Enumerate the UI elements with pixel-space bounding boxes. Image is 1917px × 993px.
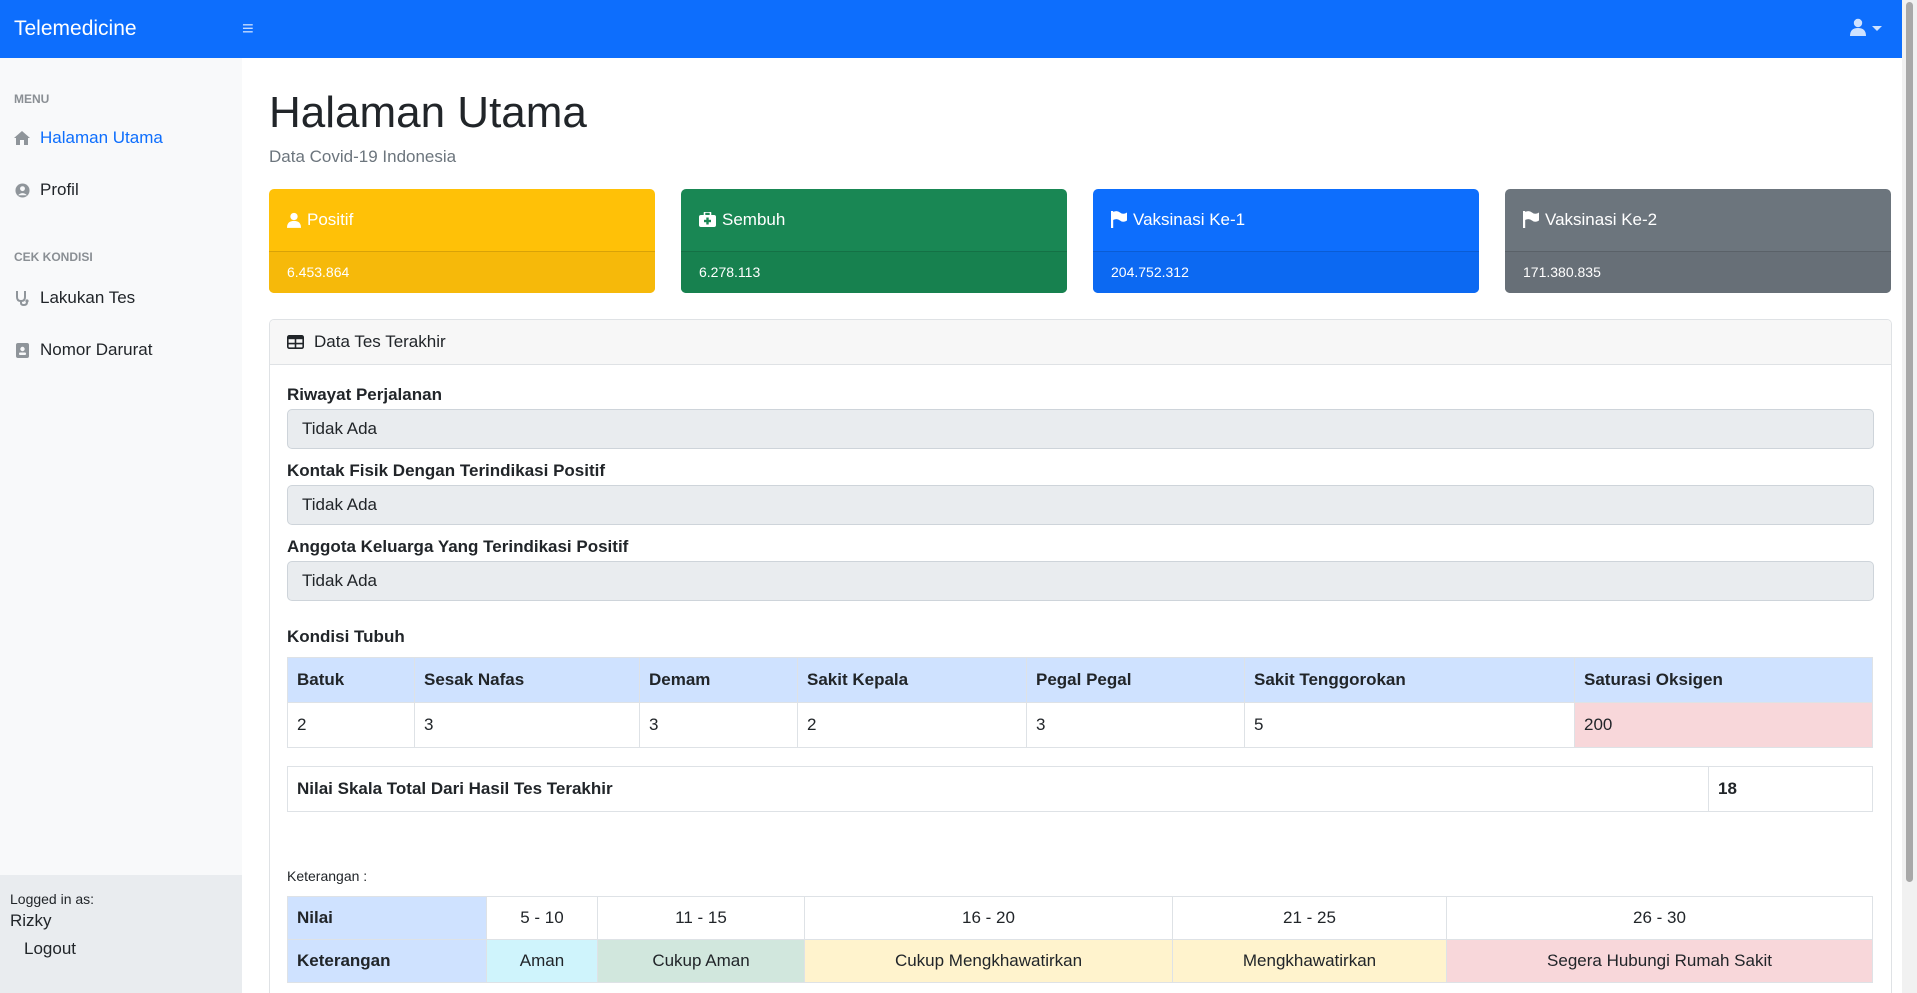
field-label-anggota: Anggota Keluarga Yang Terindikasi Positi… bbox=[287, 536, 629, 556]
sidebar-item-label: Lakukan Tes bbox=[40, 288, 136, 307]
user-icon bbox=[287, 212, 301, 228]
user-circle-icon bbox=[14, 182, 30, 198]
field-label-riwayat: Riwayat Perjalanan bbox=[287, 384, 442, 404]
keterangan-table: Nilai 5 - 10 11 - 15 16 - 20 21 - 25 26 … bbox=[287, 895, 1873, 983]
status-cell: Aman bbox=[486, 938, 598, 983]
row-header-keterangan: Keterangan bbox=[287, 938, 487, 983]
table-cell: 3 bbox=[1026, 701, 1245, 748]
column-header: Sakit Kepala bbox=[797, 656, 1027, 703]
stat-card-sembuh: Sembuh 6.278.113 bbox=[681, 188, 1067, 293]
logged-in-label: Logged in as: bbox=[10, 891, 95, 907]
sidebar-item-label: Profil bbox=[40, 180, 79, 199]
table-row: Keterangan Aman Cukup Aman Cukup Mengkha… bbox=[287, 938, 1873, 983]
range-cell: 11 - 15 bbox=[597, 895, 805, 940]
table-icon bbox=[287, 334, 304, 349]
column-header: Batuk bbox=[287, 656, 415, 703]
range-cell: 26 - 30 bbox=[1446, 895, 1873, 940]
card-label: Positif bbox=[307, 209, 354, 229]
stethoscope-icon bbox=[14, 290, 30, 306]
table-cell: 5 bbox=[1244, 701, 1575, 748]
card-value: 6.453.864 bbox=[269, 250, 655, 293]
hamburger-icon[interactable]: ≡ bbox=[242, 18, 254, 41]
stat-card-vaksinasi-1: Vaksinasi Ke-1 204.752.312 bbox=[1093, 188, 1479, 293]
table-cell: 2 bbox=[287, 701, 415, 748]
sidebar-footer: Logged in as: Rizky Logout bbox=[0, 875, 242, 993]
top-navbar: Telemedicine ≡ bbox=[0, 0, 1917, 58]
stat-card-vaksinasi-2: Vaksinasi Ke-2 171.380.835 bbox=[1505, 188, 1891, 293]
card-value: 171.380.835 bbox=[1505, 250, 1891, 293]
table-cell: 3 bbox=[414, 701, 640, 748]
column-header: Saturasi Oksigen bbox=[1574, 656, 1873, 703]
sidebar-item-label: Nomor Darurat bbox=[40, 340, 153, 359]
column-header: Pegal Pegal bbox=[1026, 656, 1245, 703]
field-anggota-keluarga[interactable]: Tidak Ada bbox=[287, 560, 1874, 601]
main-content: Halaman Utama Data Covid-19 Indonesia Po… bbox=[269, 58, 1892, 993]
sidebar-item-lakukan-tes[interactable]: Lakukan Tes bbox=[0, 280, 242, 316]
sidebar-heading-menu: Menu bbox=[14, 92, 50, 106]
page-subtitle: Data Covid-19 Indonesia bbox=[269, 146, 457, 166]
page-title: Halaman Utama bbox=[269, 88, 587, 137]
medkit-icon bbox=[699, 212, 716, 228]
table-cell: 2 bbox=[797, 701, 1027, 748]
sidebar-item-profil[interactable]: Profil bbox=[0, 172, 242, 208]
field-label-kontak: Kontak Fisik Dengan Terindikasi Positif bbox=[287, 460, 606, 480]
column-header: Sakit Tenggorokan bbox=[1244, 656, 1575, 703]
sidebar: Menu Halaman Utama Profil Cek Kondisi La… bbox=[0, 58, 242, 993]
address-book-icon bbox=[14, 342, 30, 358]
logged-in-user: Rizky bbox=[10, 911, 52, 930]
card-label: Sembuh bbox=[722, 209, 786, 229]
status-cell: Segera Hubungi Rumah Sakit bbox=[1446, 938, 1873, 983]
brand-title[interactable]: Telemedicine bbox=[0, 17, 242, 41]
table-row: 2 3 3 2 3 5 200 bbox=[287, 701, 1873, 748]
row-header-nilai: Nilai bbox=[287, 895, 487, 940]
keterangan-label: Keterangan : bbox=[287, 867, 368, 884]
logout-link[interactable]: Logout bbox=[24, 939, 232, 959]
chevron-down-icon bbox=[1872, 25, 1882, 31]
user-icon bbox=[1850, 18, 1866, 36]
column-header: Demam bbox=[639, 656, 798, 703]
sidebar-item-halaman-utama[interactable]: Halaman Utama bbox=[0, 120, 242, 156]
kondisi-tubuh-label: Kondisi Tubuh bbox=[287, 626, 405, 646]
total-score-table: Nilai Skala Total Dari Hasil Tes Terakhi… bbox=[287, 765, 1873, 812]
status-cell: Mengkhawatirkan bbox=[1172, 938, 1447, 983]
status-cell: Cukup Mengkhawatirkan bbox=[804, 938, 1173, 983]
field-riwayat-perjalanan[interactable]: Tidak Ada bbox=[287, 408, 1874, 449]
data-tes-panel: Data Tes Terakhir Riwayat Perjalanan Tid… bbox=[269, 318, 1892, 993]
stat-card-positif: Positif 6.453.864 bbox=[269, 188, 655, 293]
stat-cards: Positif 6.453.864 Sembuh 6.278.113 Vaksi… bbox=[269, 188, 1892, 293]
user-menu-button[interactable] bbox=[1850, 18, 1882, 36]
table-row: Nilai Skala Total Dari Hasil Tes Terakhi… bbox=[287, 765, 1873, 812]
sidebar-heading-cek-kondisi: Cek Kondisi bbox=[14, 250, 93, 264]
card-label: Vaksinasi Ke-1 bbox=[1133, 209, 1246, 229]
table-cell-saturasi: 200 bbox=[1574, 701, 1873, 748]
card-value: 204.752.312 bbox=[1093, 250, 1479, 293]
sidebar-item-nomor-darurat[interactable]: Nomor Darurat bbox=[0, 332, 242, 368]
field-kontak-fisik[interactable]: Tidak Ada bbox=[287, 484, 1874, 525]
sidebar-item-label: Halaman Utama bbox=[40, 128, 163, 147]
kondisi-tubuh-table: Batuk Sesak Nafas Demam Sakit Kepala Peg… bbox=[287, 656, 1873, 748]
flag-icon bbox=[1523, 211, 1539, 229]
range-cell: 16 - 20 bbox=[804, 895, 1173, 940]
total-value: 18 bbox=[1708, 765, 1873, 812]
card-value: 6.278.113 bbox=[681, 250, 1067, 293]
table-header-row: Batuk Sesak Nafas Demam Sakit Kepala Peg… bbox=[287, 656, 1873, 703]
status-cell: Cukup Aman bbox=[597, 938, 805, 983]
range-cell: 5 - 10 bbox=[486, 895, 598, 940]
home-icon bbox=[14, 131, 30, 145]
table-cell: 3 bbox=[639, 701, 798, 748]
range-cell: 21 - 25 bbox=[1172, 895, 1447, 940]
column-header: Sesak Nafas bbox=[414, 656, 640, 703]
total-label: Nilai Skala Total Dari Hasil Tes Terakhi… bbox=[287, 765, 1709, 812]
scrollbar-thumb[interactable] bbox=[1906, 2, 1913, 882]
table-row: Nilai 5 - 10 11 - 15 16 - 20 21 - 25 26 … bbox=[287, 895, 1873, 940]
card-label: Vaksinasi Ke-2 bbox=[1545, 209, 1658, 229]
flag-icon bbox=[1111, 211, 1127, 229]
page-scrollbar[interactable] bbox=[1902, 0, 1917, 993]
panel-title: Data Tes Terakhir bbox=[314, 331, 446, 351]
